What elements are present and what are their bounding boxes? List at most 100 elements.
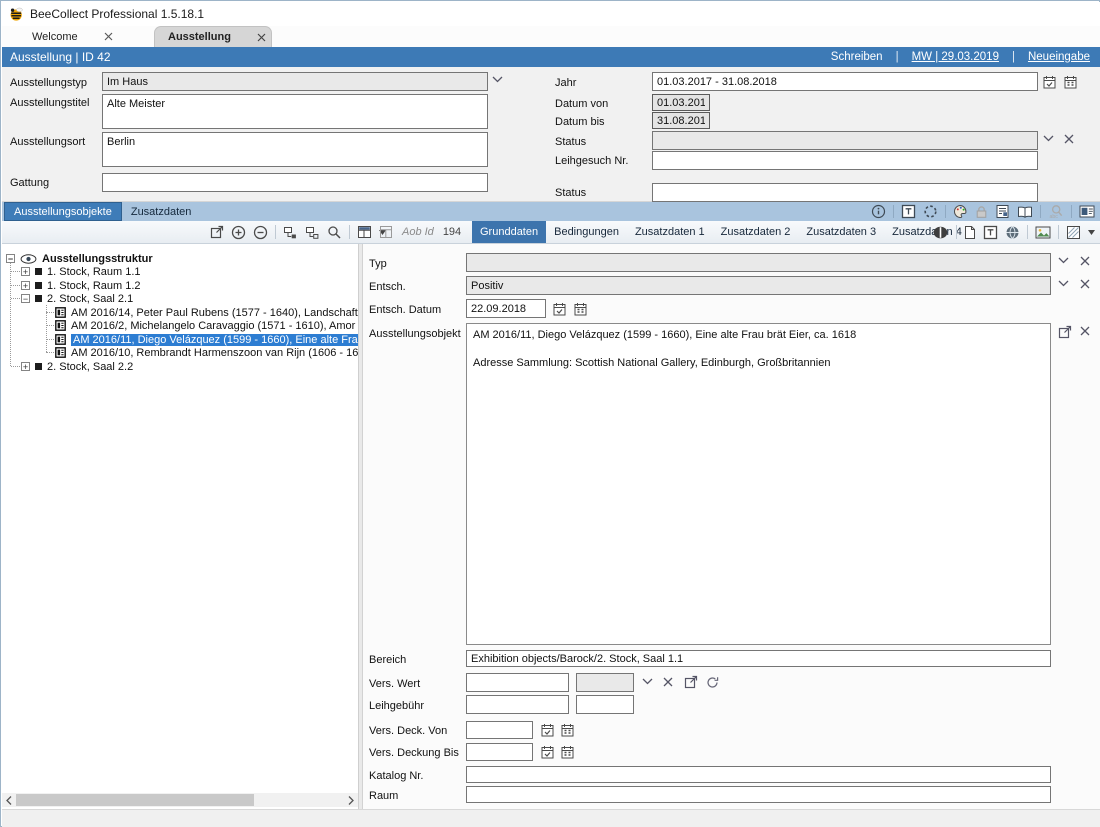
jahr-calendar-check-icon[interactable]	[1043, 75, 1056, 89]
tab-grunddaten[interactable]: Grunddaten	[472, 221, 546, 243]
tab-zusatzdaten-2[interactable]: Zusatzdaten 2	[713, 221, 799, 243]
filter-grid-caret-icon[interactable]	[1088, 230, 1095, 235]
status1-dropdown-icon[interactable]	[1043, 135, 1054, 142]
tree-item-raum-1-2[interactable]: 1. Stock, Raum 1.2	[2, 279, 359, 292]
typ-field[interactable]	[466, 253, 1051, 272]
info-icon[interactable]	[871, 204, 886, 219]
scroll-right-icon[interactable]	[344, 793, 358, 807]
leihgebuehr-currency-field[interactable]	[576, 695, 634, 714]
entsch-datum-calendar-check-icon[interactable]	[553, 302, 566, 316]
schreiben-link[interactable]: Schreiben	[831, 51, 883, 63]
tree-item-am-2016-11-selected[interactable]: AM 2016/11, Diego Velázquez (1599 - 1660…	[2, 333, 359, 346]
add-sibling-node-icon[interactable]	[305, 225, 320, 240]
tab-welcome[interactable]: Welcome	[10, 26, 152, 47]
vers-deckung-bis-field[interactable]	[466, 743, 533, 761]
datum-von-field[interactable]	[652, 94, 710, 111]
tree-item-root[interactable]: Ausstellungsstruktur	[2, 252, 359, 265]
open-external-icon[interactable]	[210, 225, 224, 239]
gattung-field[interactable]	[102, 173, 488, 192]
tree-item-saal-2-1[interactable]: 2. Stock, Saal 2.1	[2, 292, 359, 305]
jahr-field[interactable]	[652, 72, 1038, 91]
vers-deckung-bis-calendar-grid-icon[interactable]	[561, 745, 574, 759]
tree-item-saal-2-2[interactable]: 2. Stock, Saal 2.2	[2, 360, 359, 373]
text-block-icon[interactable]	[901, 204, 916, 219]
status2-field[interactable]	[652, 183, 1038, 202]
ausstellungsort-field[interactable]: Berlin	[102, 132, 488, 167]
image-icon[interactable]	[1035, 226, 1051, 239]
vers-wert-field[interactable]	[466, 673, 569, 692]
vers-wert-currency-field[interactable]	[576, 673, 634, 692]
tree-layout-icon[interactable]	[357, 225, 372, 240]
user-date-link[interactable]: MW | 29.03.2019	[912, 51, 999, 63]
vers-deck-von-field[interactable]	[466, 721, 533, 739]
entsch-datum-calendar-grid-icon[interactable]	[574, 302, 587, 316]
status1-field[interactable]	[652, 131, 1038, 150]
ausstellungsobjekt-open-icon[interactable]	[1058, 325, 1072, 339]
typ-dropdown-icon[interactable]	[1058, 257, 1069, 264]
status1-clear-icon[interactable]	[1064, 134, 1074, 144]
filter-grid-icon[interactable]	[1066, 225, 1081, 240]
vers-wert-dropdown-icon[interactable]	[642, 678, 653, 685]
ausstellungsobjekt-field[interactable]: AM 2016/11, Diego Velázquez (1599 - 1660…	[466, 323, 1051, 645]
tree-item-am-2016-10[interactable]: AM 2016/10, Rembrandt Harmenszoon van Ri…	[2, 346, 359, 359]
collapse-expander-icon[interactable]	[6, 254, 15, 263]
vers-wert-refresh-icon[interactable]	[706, 676, 719, 689]
bereich-field[interactable]	[466, 650, 1051, 667]
tab-welcome-label: Welcome	[32, 31, 78, 43]
ausstellungstitel-field[interactable]: Alte Meister	[102, 94, 488, 129]
tree-horizontal-scrollbar[interactable]	[2, 793, 358, 807]
new-page-icon[interactable]	[964, 225, 976, 240]
vers-wert-open-icon[interactable]	[684, 675, 698, 689]
leihgebuehr-field[interactable]	[466, 695, 569, 714]
jahr-calendar-grid-icon[interactable]	[1064, 75, 1077, 89]
tab-zusatzdaten[interactable]: Zusatzdaten	[122, 202, 201, 221]
raum-field[interactable]	[466, 786, 1051, 803]
lock-icon[interactable]	[975, 205, 988, 219]
collapse-all-icon[interactable]	[253, 225, 268, 240]
tab-ausstellungsobjekte[interactable]: Ausstellungsobjekte	[4, 202, 122, 221]
ausstellungstyp-dropdown-icon[interactable]	[492, 76, 503, 83]
tab-ausstellung[interactable]: Ausstellung	[154, 26, 272, 47]
entsch-datum-field[interactable]	[466, 299, 546, 318]
tab-zusatzdaten-3[interactable]: Zusatzdaten 3	[798, 221, 884, 243]
scrollbar-thumb[interactable]	[16, 794, 254, 806]
book-icon[interactable]	[1017, 205, 1033, 219]
card-view-icon[interactable]	[1079, 205, 1095, 218]
vers-deckung-bis-calendar-check-icon[interactable]	[541, 745, 554, 759]
vers-deck-von-calendar-grid-icon[interactable]	[561, 723, 574, 737]
tab-zusatzdaten-1[interactable]: Zusatzdaten 1	[627, 221, 713, 243]
tree-item-raum-1-1[interactable]: 1. Stock, Raum 1.1	[2, 265, 359, 278]
tree-item-am-2016-2[interactable]: AM 2016/2, Michelangelo Caravaggio (1571…	[2, 319, 359, 332]
katalog-nr-field[interactable]	[466, 766, 1051, 783]
palette-icon[interactable]	[953, 204, 968, 219]
entsch-field[interactable]	[466, 276, 1051, 295]
leihgesuch-field[interactable]	[652, 151, 1038, 170]
expand-all-icon[interactable]	[231, 225, 246, 240]
tab-welcome-close-icon[interactable]	[104, 32, 113, 41]
vers-deck-von-calendar-check-icon[interactable]	[541, 723, 554, 737]
datum-bis-field[interactable]	[652, 112, 710, 129]
tab-ausstellung-close-icon[interactable]	[257, 33, 266, 42]
scroll-left-icon[interactable]	[2, 793, 16, 807]
expand-expander-icon[interactable]	[21, 362, 30, 371]
entsch-dropdown-icon[interactable]	[1058, 280, 1069, 287]
typ-clear-icon[interactable]	[1080, 256, 1090, 266]
entsch-clear-icon[interactable]	[1080, 279, 1090, 289]
expand-expander-icon[interactable]	[21, 267, 30, 276]
vers-wert-clear-icon[interactable]	[663, 677, 673, 687]
text-field-icon[interactable]	[983, 225, 998, 240]
search-icon[interactable]	[327, 225, 342, 240]
add-child-node-icon[interactable]	[283, 225, 298, 240]
expand-expander-icon[interactable]	[21, 281, 30, 290]
collapse-expander-icon[interactable]	[21, 294, 30, 303]
spellcheck-icon[interactable]: abc	[1048, 204, 1064, 219]
globe-icon[interactable]	[1005, 225, 1020, 240]
ausstellungsobjekt-clear-icon[interactable]	[1080, 326, 1090, 336]
neueingabe-link[interactable]: Neueingabe	[1028, 51, 1090, 63]
toggle-view-icon[interactable]	[932, 225, 949, 240]
form-list-icon[interactable]	[995, 204, 1010, 219]
ausstellungstyp-field[interactable]	[102, 72, 488, 91]
selection-circle-icon[interactable]	[923, 204, 938, 219]
tree-item-am-2016-14[interactable]: AM 2016/14, Peter Paul Rubens (1577 - 16…	[2, 306, 359, 319]
tab-bedingungen[interactable]: Bedingungen	[546, 221, 627, 243]
